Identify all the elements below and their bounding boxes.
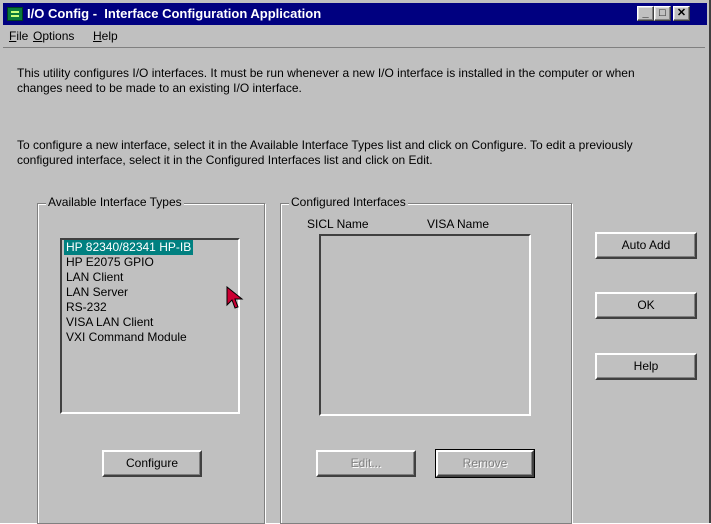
available-interfaces-group: Available Interface Types HP 82340/82341… [37, 195, 265, 524]
list-item[interactable]: RS-232 [64, 300, 109, 315]
intro-text: This utility configures I/O interfaces. … [17, 66, 635, 95]
list-item[interactable]: LAN Server [64, 285, 130, 300]
list-item[interactable]: HP 82340/82341 HP-IB [64, 240, 194, 255]
remove-button[interactable]: Remove [435, 449, 535, 478]
column-header-visa-name: VISA Name [427, 217, 490, 231]
menu-help-label: elp [101, 29, 118, 43]
app-window: I/O Config - Interface Configuration App… [0, 0, 711, 524]
maximize-button[interactable]: □ [654, 6, 671, 21]
configured-interfaces-list[interactable] [319, 234, 531, 416]
auto-add-button[interactable]: Auto Add [595, 232, 697, 259]
menu-help-accel: H [93, 29, 102, 43]
column-header-sicl-name: SICL Name [307, 217, 369, 231]
list-item[interactable]: VISA LAN Client [64, 315, 155, 330]
menu-options[interactable]: Options [33, 29, 74, 43]
menu-options-accel: O [33, 29, 43, 43]
available-interfaces-label: Available Interface Types [46, 195, 184, 209]
client-area: This utility configures I/O interfaces. … [3, 47, 705, 524]
mouse-pointer-icon [226, 286, 244, 309]
configured-interfaces-label: Configured Interfaces [289, 195, 408, 209]
list-item[interactable]: HP E2075 GPIO [64, 255, 156, 270]
menu-bar: File Options Help [3, 26, 707, 46]
instructions-text: To configure a new interface, select it … [17, 138, 633, 167]
configure-button[interactable]: Configure [102, 450, 202, 477]
configured-interfaces-group: Configured Interfaces SICL Name VISA Nam… [280, 195, 572, 524]
app-icon[interactable] [7, 7, 23, 21]
menu-file-label: ile [16, 29, 29, 43]
close-button[interactable]: ✕ [673, 6, 690, 21]
available-interfaces-list[interactable]: HP 82340/82341 HP-IB HP E2075 GPIO LAN C… [60, 238, 240, 414]
help-button[interactable]: Help [595, 353, 697, 380]
menu-options-label: ptions [42, 29, 75, 43]
menu-file[interactable]: File [9, 29, 28, 43]
list-item[interactable]: LAN Client [64, 270, 125, 285]
edit-button[interactable]: Edit... [316, 450, 416, 477]
window-title: I/O Config - Interface Configuration App… [27, 6, 322, 21]
menu-help[interactable]: Help [93, 29, 118, 43]
ok-button[interactable]: OK [595, 292, 697, 319]
list-item[interactable]: VXI Command Module [64, 330, 189, 345]
minimize-button[interactable]: _ [637, 6, 654, 21]
title-bar[interactable]: I/O Config - Interface Configuration App… [3, 3, 707, 25]
